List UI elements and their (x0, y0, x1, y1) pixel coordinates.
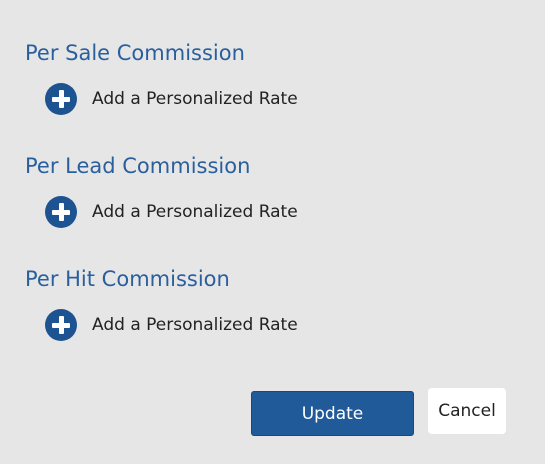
per-lead-commission-section: Per Lead Commission Add a Personalized R… (25, 153, 298, 228)
add-personalized-rate-label[interactable]: Add a Personalized Rate (92, 202, 298, 222)
add-personalized-rate-label[interactable]: Add a Personalized Rate (92, 89, 298, 109)
add-personalized-rate-button[interactable]: Add a Personalized Rate (45, 83, 298, 115)
per-hit-commission-section: Per Hit Commission Add a Personalized Ra… (25, 266, 298, 341)
add-personalized-rate-button[interactable]: Add a Personalized Rate (45, 309, 298, 341)
commission-panel: Per Sale Commission Add a Personalized R… (0, 0, 545, 464)
plus-circle-icon[interactable] (45, 196, 77, 228)
per-sale-commission-section: Per Sale Commission Add a Personalized R… (25, 40, 298, 115)
section-title: Per Sale Commission (25, 41, 245, 65)
add-personalized-rate-button[interactable]: Add a Personalized Rate (45, 196, 298, 228)
cancel-button[interactable]: Cancel (428, 388, 506, 434)
update-button[interactable]: Update (251, 391, 414, 436)
add-personalized-rate-label[interactable]: Add a Personalized Rate (92, 315, 298, 335)
section-title: Per Hit Commission (25, 267, 230, 291)
plus-circle-icon[interactable] (45, 309, 77, 341)
section-title: Per Lead Commission (25, 154, 251, 178)
plus-circle-icon[interactable] (45, 83, 77, 115)
